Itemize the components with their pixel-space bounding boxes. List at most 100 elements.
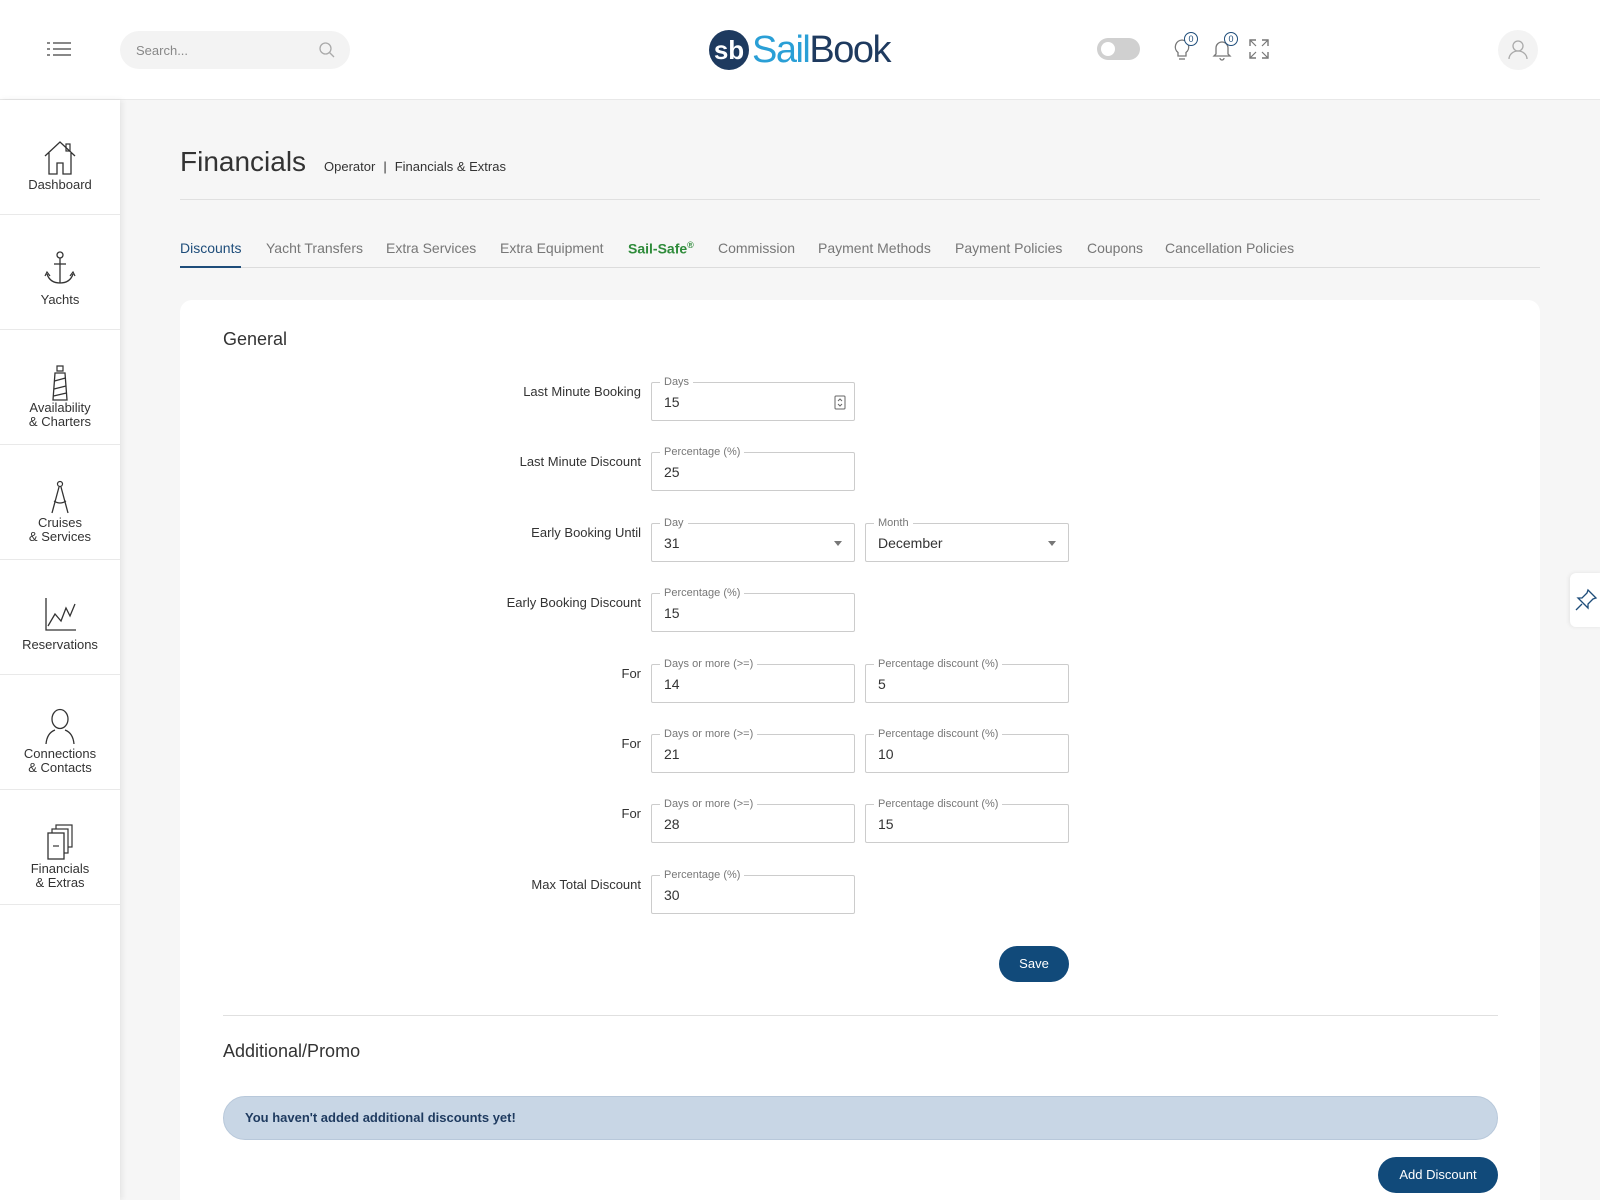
logo-text: SailBook — [752, 29, 891, 71]
last-minute-days-field: Days — [651, 375, 855, 421]
tier-for-label: For — [621, 806, 642, 821]
sidebar-item-label: Reservations — [22, 637, 98, 652]
tab-sail-safe-label: Sail-Safe — [628, 240, 688, 257]
tier-percentage-input[interactable] — [878, 675, 1038, 693]
tier-percentage-input[interactable] — [878, 815, 1038, 833]
person-icon — [45, 708, 75, 745]
sidebar-item-label: Connections & Contacts — [23, 746, 97, 775]
tips-count-badge: 0 — [1184, 32, 1198, 46]
theme-toggle[interactable] — [1097, 38, 1140, 60]
sidebar-item-label: Cruises & Services — [28, 515, 92, 544]
tier-days-field: Days or more (>=) — [651, 727, 855, 773]
logo-mark-icon: sb — [709, 30, 749, 70]
early-booking-until-label: Early Booking Until — [531, 525, 641, 540]
field-label: Percentage (%) — [660, 868, 745, 882]
sidebar-item-dashboard[interactable]: Dashboard — [0, 100, 120, 215]
discounts-card: General Last Minute Booking Days Last Mi… — [180, 300, 1540, 1200]
tier-days-input[interactable] — [664, 675, 824, 693]
breadcrumb: Operator | Financials & Extras — [324, 159, 506, 174]
field-label: Percentage (%) — [660, 445, 745, 459]
sidebar-item-availability[interactable]: Availability & Charters — [0, 330, 120, 445]
section-divider — [223, 1015, 1498, 1016]
field-label: Month — [874, 516, 913, 530]
tier-days-field: Days or more (>=) — [651, 657, 855, 703]
search-input[interactable] — [136, 31, 306, 69]
tab-coupons[interactable]: Coupons — [1087, 240, 1143, 268]
tier-days-input[interactable] — [664, 815, 824, 833]
menu-toggle-icon[interactable] — [47, 41, 71, 57]
last-minute-discount-label: Last Minute Discount — [519, 454, 641, 469]
tips-button[interactable]: 0 — [1170, 32, 1198, 62]
last-minute-days-input[interactable] — [664, 393, 824, 411]
tab-commission[interactable]: Commission — [718, 240, 795, 268]
tier-percentage-field: Percentage discount (%) — [865, 727, 1069, 773]
early-booking-percentage-field: Percentage (%) — [651, 586, 855, 632]
svg-text:sb: sb — [714, 35, 744, 65]
chevron-down-icon[interactable] — [1048, 541, 1056, 546]
breadcrumb-operator[interactable]: Operator — [324, 159, 375, 174]
search-icon[interactable] — [318, 41, 336, 59]
sidebar-item-label: Yachts — [40, 292, 80, 307]
tier-percentage-field: Percentage discount (%) — [865, 657, 1069, 703]
user-icon — [1508, 40, 1528, 60]
early-booking-month-value[interactable] — [878, 534, 1038, 552]
documents-icon — [47, 824, 73, 860]
pin-panel-tab[interactable] — [1570, 573, 1600, 627]
notifications-count-badge: 0 — [1224, 32, 1238, 46]
tier-percentage-input[interactable] — [878, 745, 1038, 763]
save-button[interactable]: Save — [999, 946, 1069, 982]
tab-extra-equipment[interactable]: Extra Equipment — [500, 240, 604, 268]
last-minute-percentage-input[interactable] — [664, 463, 824, 481]
early-booking-month-select[interactable]: Month — [865, 516, 1069, 562]
sidebar-item-connections[interactable]: Connections & Contacts — [0, 675, 120, 790]
user-avatar[interactable] — [1498, 30, 1538, 70]
early-booking-day-value[interactable] — [664, 534, 824, 552]
sidebar-item-financials[interactable]: Financials & Extras — [0, 790, 120, 905]
tab-cancellation-policies[interactable]: Cancellation Policies — [1165, 240, 1294, 268]
max-total-percentage-field: Percentage (%) — [651, 868, 855, 914]
compass-divider-icon — [51, 480, 69, 514]
sailbook-logo[interactable]: sb SailBook — [708, 26, 891, 74]
tab-yacht-transfers[interactable]: Yacht Transfers — [266, 240, 363, 268]
early-booking-day-select[interactable]: Day — [651, 516, 855, 562]
general-section-title: General — [223, 329, 288, 349]
page-title: Financials — [180, 146, 307, 177]
financials-tabs: Discounts Yacht Transfers Extra Services… — [180, 240, 1540, 268]
breadcrumb-financials[interactable]: Financials & Extras — [395, 159, 506, 174]
tab-sail-safe[interactable]: Sail-Safe® — [628, 240, 694, 268]
registered-mark: ® — [687, 240, 694, 250]
sidebar-nav: Dashboard Yachts Availability & Charters… — [0, 100, 120, 1200]
chevron-down-icon[interactable] — [834, 541, 842, 546]
max-total-discount-label: Max Total Discount — [531, 877, 641, 892]
sidebar-item-cruises[interactable]: Cruises & Services — [0, 445, 120, 560]
sidebar-item-yachts[interactable]: Yachts — [0, 215, 120, 330]
early-booking-percentage-input[interactable] — [664, 604, 824, 622]
pin-icon — [1575, 588, 1598, 611]
field-label: Days or more (>=) — [660, 657, 758, 671]
field-label: Percentage discount (%) — [874, 797, 1003, 811]
tier-days-input[interactable] — [664, 745, 824, 763]
field-label: Percentage discount (%) — [874, 727, 1003, 741]
early-booking-discount-label: Early Booking Discount — [506, 595, 641, 610]
search-box — [120, 31, 350, 69]
number-stepper-icon[interactable] — [834, 395, 846, 410]
fullscreen-icon[interactable] — [1248, 38, 1270, 60]
field-label: Percentage discount (%) — [874, 657, 1003, 671]
tier-percentage-field: Percentage discount (%) — [865, 797, 1069, 843]
line-chart-icon — [45, 598, 76, 631]
max-total-percentage-input[interactable] — [664, 886, 824, 904]
field-label: Day — [660, 516, 688, 530]
notifications-button[interactable]: 0 — [1210, 32, 1238, 62]
tab-payment-policies[interactable]: Payment Policies — [955, 240, 1062, 268]
title-divider — [180, 199, 1540, 200]
add-discount-button[interactable]: Add Discount — [1378, 1157, 1498, 1193]
last-minute-booking-label: Last Minute Booking — [523, 384, 641, 399]
empty-discounts-alert: You haven't added additional discounts y… — [223, 1096, 1498, 1140]
sidebar-item-reservations[interactable]: Reservations — [0, 560, 120, 675]
tab-extra-services[interactable]: Extra Services — [386, 240, 476, 268]
anchor-icon — [44, 251, 76, 284]
lighthouse-icon — [52, 365, 68, 401]
field-label: Days or more (>=) — [660, 797, 758, 811]
tab-discounts[interactable]: Discounts — [180, 240, 242, 268]
tab-payment-methods[interactable]: Payment Methods — [818, 240, 931, 268]
